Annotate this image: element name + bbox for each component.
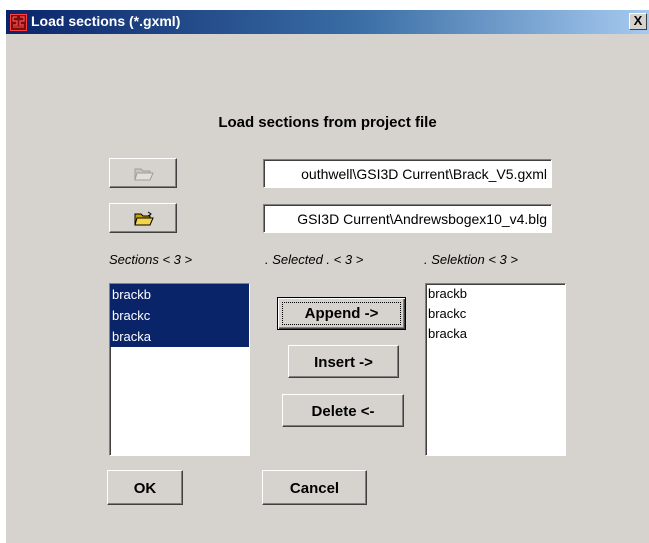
list-item[interactable]: brackb	[110, 284, 249, 305]
cancel-button-label: Cancel	[289, 480, 340, 497]
window-title: Load sections (*.gxml)	[31, 13, 181, 29]
selected-label: . Selected . < 3 >	[265, 252, 364, 267]
append-button[interactable]: Append ->	[277, 297, 406, 330]
list-item[interactable]: brackc	[426, 304, 565, 324]
browse-bogex-button[interactable]	[109, 203, 177, 233]
bogex-file-path: GSI3D Current\Andrewsbogex10_v4.blg	[297, 211, 547, 227]
insert-button-label: Insert ->	[314, 354, 373, 371]
insert-button[interactable]: Insert ->	[288, 345, 399, 378]
dialog-heading: Load sections from project file	[218, 114, 437, 131]
ok-button-label: OK	[133, 480, 157, 497]
list-item[interactable]: bracka	[426, 324, 565, 344]
gsi3d-logo-icon	[11, 15, 26, 30]
list-item[interactable]: brackc	[110, 305, 249, 326]
project-file-field[interactable]: outhwell\GSI3D Current\Brack_V5.gxml	[263, 159, 552, 188]
list-item[interactable]: bracka	[110, 326, 249, 347]
selektion-label: . Selektion < 3 >	[424, 252, 518, 267]
close-button[interactable]: X	[629, 13, 647, 30]
sections-label: Sections < 3 >	[109, 252, 193, 267]
bogex-file-field[interactable]: GSI3D Current\Andrewsbogex10_v4.blg	[263, 204, 552, 233]
browse-project-button[interactable]	[109, 158, 177, 188]
folder-open-icon	[134, 168, 154, 181]
selektion-listbox[interactable]: brackb brackc bracka	[425, 283, 566, 456]
app-icon	[10, 14, 27, 31]
sections-listbox[interactable]: brackb brackc bracka	[109, 283, 250, 456]
ok-button[interactable]: OK	[107, 470, 183, 505]
delete-button[interactable]: Delete <-	[282, 394, 404, 427]
folder-open-icon	[134, 211, 154, 226]
dialog-window: Load sections (*.gxml) X Load sections f…	[6, 10, 649, 543]
title-bar[interactable]: Load sections (*.gxml) X	[6, 10, 649, 34]
project-file-path: outhwell\GSI3D Current\Brack_V5.gxml	[301, 166, 547, 182]
list-item[interactable]: brackb	[426, 284, 565, 304]
cancel-button[interactable]: Cancel	[262, 470, 367, 505]
delete-button-label: Delete <-	[311, 403, 375, 420]
append-button-label: Append ->	[304, 305, 379, 322]
